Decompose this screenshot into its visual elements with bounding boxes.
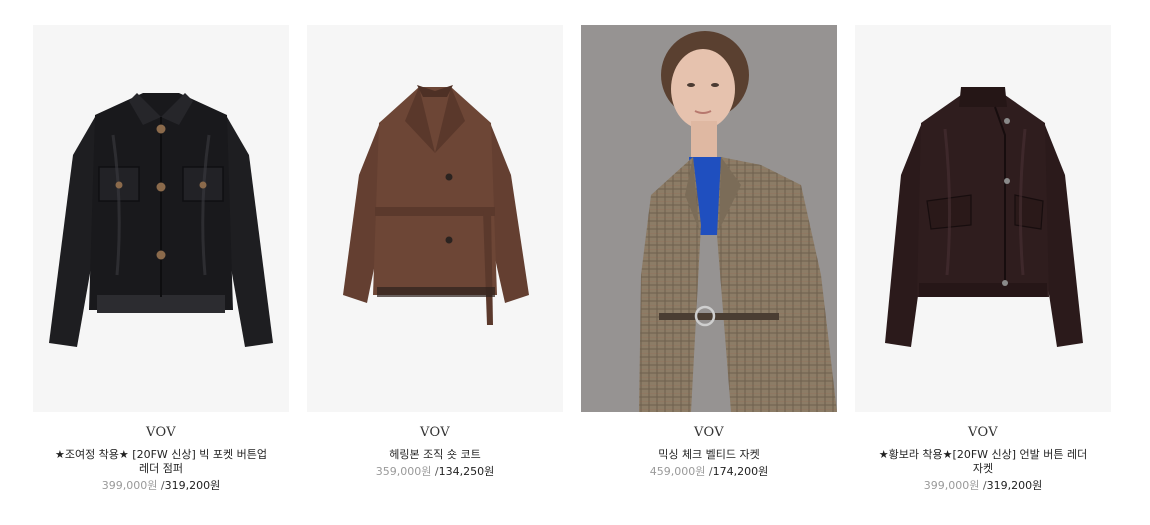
price-separator: / — [705, 465, 713, 478]
sale-price: 319,200원 — [986, 479, 1043, 492]
product-image[interactable] — [855, 25, 1111, 412]
product-name[interactable]: ★조여정 착용★ [20FW 신상] 빅 포켓 버튼업 레더 점퍼 — [46, 448, 276, 476]
product-image[interactable] — [33, 25, 289, 412]
original-price: 459,000원 — [649, 465, 706, 478]
product-card[interactable]: VOV 헤링본 조직 숏 코트 359,000원 /134,250원 — [307, 25, 563, 493]
original-price: 359,000원 — [375, 465, 432, 478]
product-price: 359,000원 /134,250원 — [376, 465, 494, 479]
product-name[interactable]: 믹싱 체크 벨티드 자켓 — [594, 448, 824, 462]
product-price: 399,000원 /319,200원 — [102, 479, 220, 493]
black-leather-jumper-image — [33, 25, 289, 412]
product-name[interactable]: ★황보라 착용★[20FW 신상] 언발 버튼 레더 자켓 — [868, 448, 1098, 476]
product-image[interactable] — [581, 25, 837, 412]
product-card[interactable]: VOV 믹싱 체크 벨티드 자켓 459,000원 /174,200원 — [581, 25, 837, 493]
original-price: 399,000원 — [923, 479, 980, 492]
product-price: 459,000원 /174,200원 — [650, 465, 768, 479]
product-brand[interactable]: VOV — [968, 425, 998, 441]
belted-check-jacket-model-image — [581, 25, 837, 412]
product-grid: VOV ★조여정 착용★ [20FW 신상] 빅 포켓 버튼업 레더 점퍼 39… — [33, 25, 1113, 493]
price-separator: / — [431, 465, 439, 478]
product-price: 399,000원 /319,200원 — [924, 479, 1042, 493]
product-name[interactable]: 헤링본 조직 숏 코트 — [320, 448, 550, 462]
dark-brown-leather-jacket-image — [855, 25, 1111, 412]
product-brand[interactable]: VOV — [694, 425, 724, 441]
sale-price: 319,200원 — [164, 479, 221, 492]
product-brand[interactable]: VOV — [420, 425, 450, 441]
price-separator: / — [157, 479, 165, 492]
product-image[interactable] — [307, 25, 563, 412]
original-price: 399,000원 — [101, 479, 158, 492]
product-brand[interactable]: VOV — [146, 425, 176, 441]
product-card[interactable]: VOV ★조여정 착용★ [20FW 신상] 빅 포켓 버튼업 레더 점퍼 39… — [33, 25, 289, 493]
product-card[interactable]: VOV ★황보라 착용★[20FW 신상] 언발 버튼 레더 자켓 399,00… — [855, 25, 1111, 493]
brown-herringbone-coat-image — [307, 25, 563, 412]
sale-price: 134,250원 — [438, 465, 495, 478]
sale-price: 174,200원 — [712, 465, 769, 478]
price-separator: / — [979, 479, 987, 492]
